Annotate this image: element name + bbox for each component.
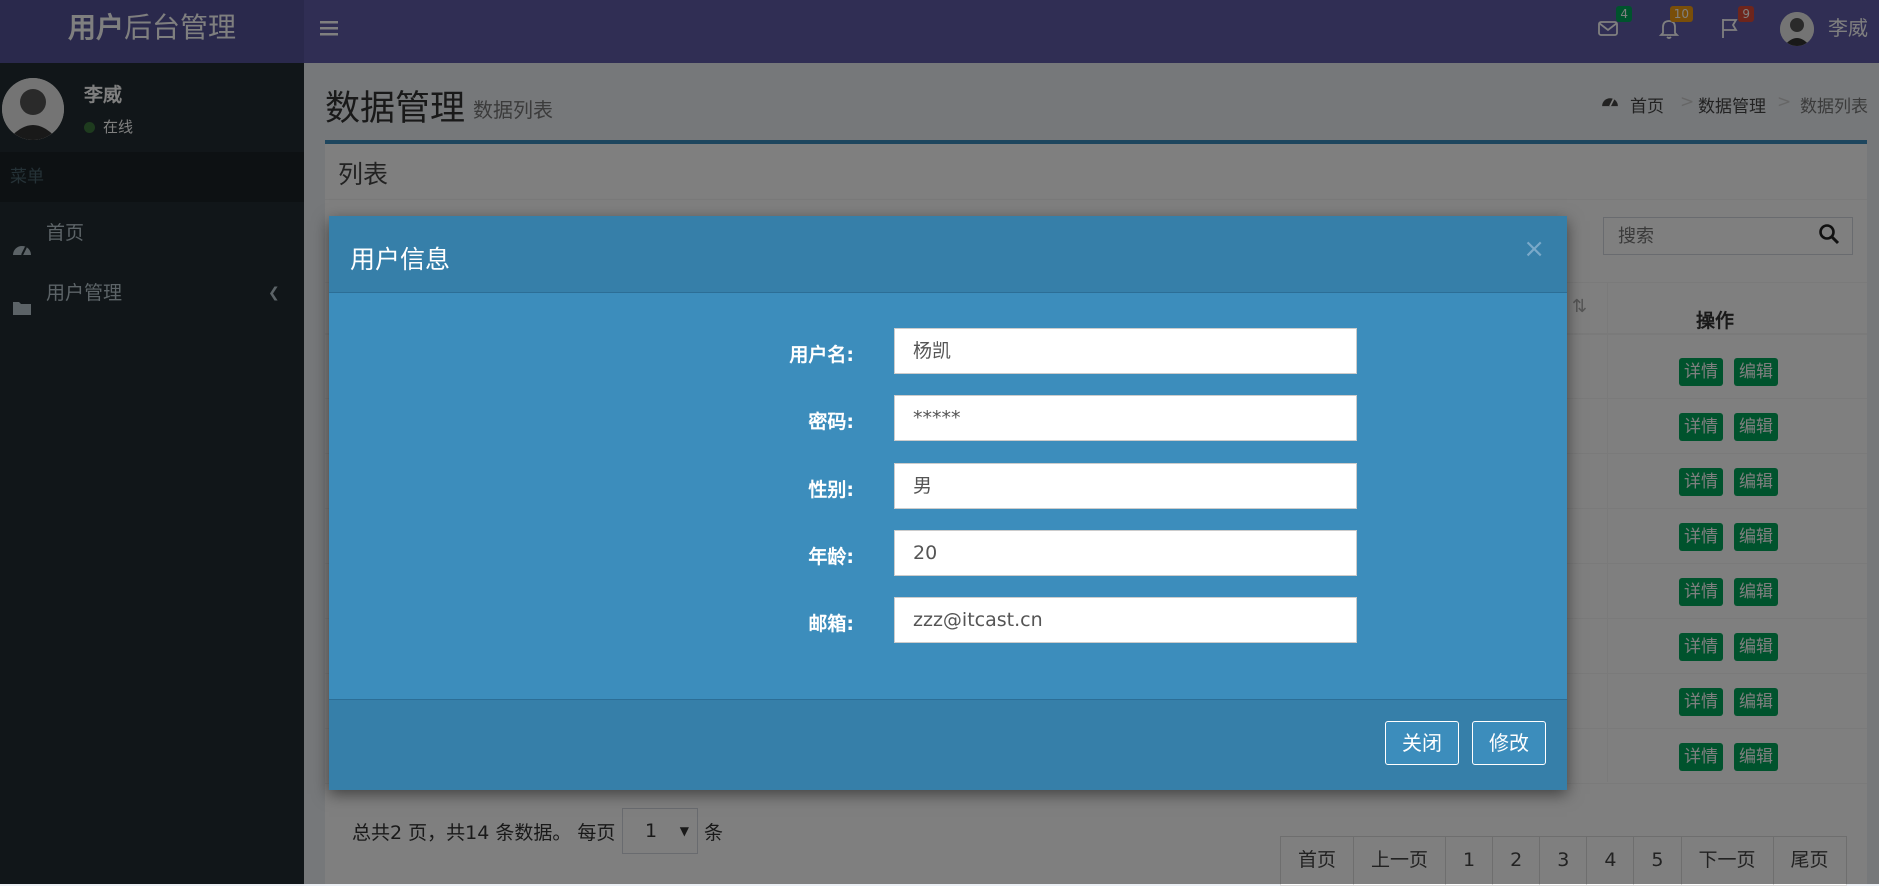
modal-footer [329,699,1567,790]
email-label: 邮箱: [808,613,854,635]
username-label: 用户名: [789,344,854,366]
age-field[interactable]: 20 [894,530,1357,576]
gender-field[interactable]: 男 [894,463,1357,509]
close-button[interactable]: 关闭 [1385,721,1459,765]
user-info-modal: 用户信息 × 用户名: 杨凯 密码: ***** 性别: 男 年龄: 20 邮箱… [329,216,1567,790]
username-field[interactable]: 杨凯 [894,328,1357,374]
gender-label: 性别: [808,479,854,501]
modify-button[interactable]: 修改 [1472,721,1546,765]
password-field[interactable]: ***** [894,395,1357,441]
modal-title: 用户信息 [350,245,451,274]
close-icon[interactable]: × [1523,234,1545,264]
age-label: 年龄: [808,546,854,568]
password-label: 密码: [808,411,854,433]
email-field[interactable]: zzz@itcast.cn [894,597,1357,643]
modal-header: 用户信息 × [329,216,1567,293]
